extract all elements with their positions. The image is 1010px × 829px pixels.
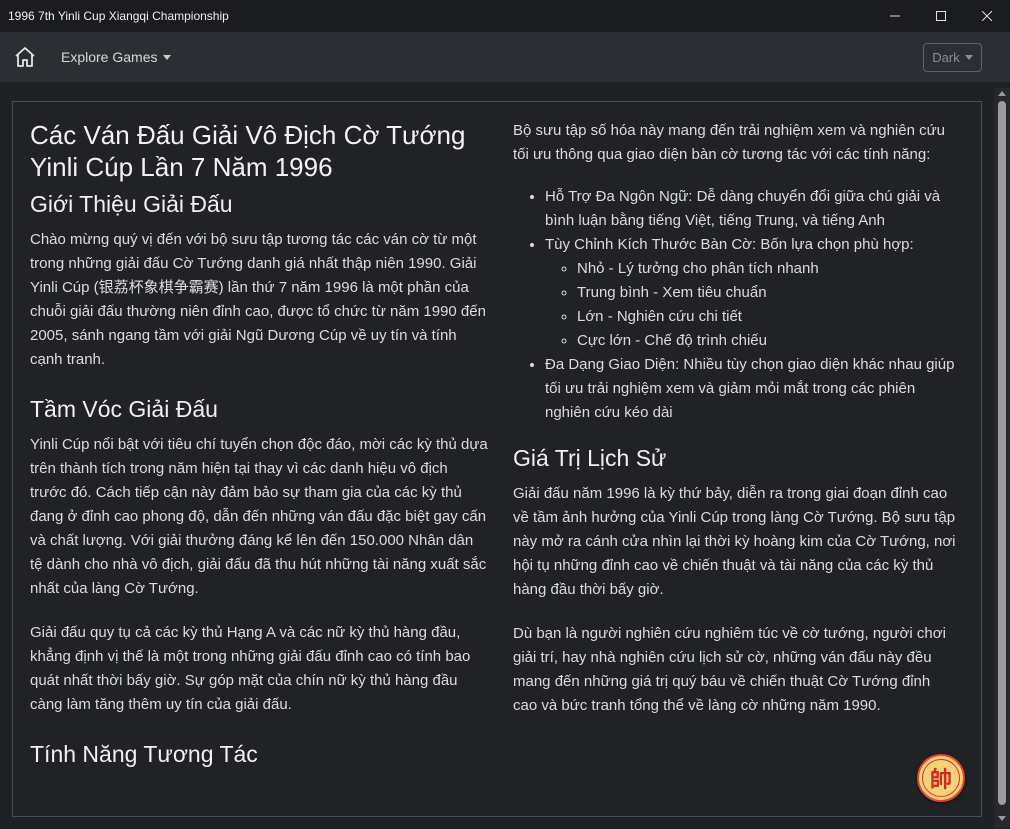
board-size-list: Nhỏ - Lý tưởng cho phân tích nhanh Trung… bbox=[545, 257, 958, 353]
scroll-up-arrow-icon[interactable] bbox=[998, 91, 1006, 96]
chevron-down-icon bbox=[163, 54, 172, 60]
scrollbar-thumb[interactable] bbox=[998, 101, 1006, 805]
xiangqi-general-icon: 帥 bbox=[922, 759, 960, 797]
home-button[interactable] bbox=[12, 44, 38, 70]
list-item: Nhỏ - Lý tưởng cho phân tích nhanh bbox=[577, 257, 958, 281]
intro-paragraph: Chào mừng quý vị đến với bộ sưu tập tươn… bbox=[30, 231, 486, 368]
features-list: Hỗ Trợ Đa Ngôn Ngữ: Dễ dàng chuyển đổi g… bbox=[513, 185, 958, 425]
right-column: Bộ sưu tập số hóa này mang đến trải nghi… bbox=[513, 119, 958, 718]
stature-paragraph-2: Giải đấu quy tụ cả các kỳ thủ Hạng A và … bbox=[30, 624, 471, 713]
xiangqi-piece-button[interactable]: 帥 bbox=[917, 754, 965, 802]
intro-heading: Giới Thiệu Giải Đấu bbox=[30, 191, 233, 217]
close-button[interactable] bbox=[964, 0, 1010, 32]
history-heading: Giá Trị Lịch Sử bbox=[513, 445, 667, 471]
window-titlebar: 1996 7th Yinli Cup Xiangqi Championship bbox=[0, 0, 1010, 32]
stature-paragraph-1: Yinli Cúp nổi bật với tiêu chí tuyển chọ… bbox=[30, 436, 488, 597]
scroll-down-arrow-icon[interactable] bbox=[998, 816, 1006, 821]
history-paragraph-1: Giải đấu năm 1996 là kỳ thứ bảy, diễn ra… bbox=[513, 485, 956, 598]
list-item: Đa Dạng Giao Diện: Nhiều tùy chọn giao d… bbox=[545, 353, 958, 425]
maximize-button[interactable] bbox=[918, 0, 964, 32]
features-intro: Bộ sưu tập số hóa này mang đến trải nghi… bbox=[513, 122, 946, 163]
app-navbar: Explore Games Dark bbox=[0, 32, 1010, 82]
explore-games-label: Explore Games bbox=[61, 49, 158, 65]
home-icon bbox=[15, 47, 35, 67]
list-item: Hỗ Trợ Đa Ngôn Ngữ: Dễ dàng chuyển đổi g… bbox=[545, 185, 958, 233]
list-item: Tùy Chỉnh Kích Thước Bàn Cờ: Bốn lựa chọ… bbox=[545, 233, 958, 353]
chevron-down-icon bbox=[964, 55, 973, 60]
stature-heading: Tầm Vóc Giải Đấu bbox=[30, 396, 218, 422]
minimize-icon bbox=[890, 15, 900, 17]
history-paragraph-2: Dù bạn là người nghiên cứu nghiêm túc về… bbox=[513, 625, 946, 714]
close-icon bbox=[982, 11, 992, 21]
explore-games-dropdown[interactable]: Explore Games bbox=[61, 49, 172, 65]
content-panel: Các Ván Đấu Giải Vô Địch Cờ Tướng Yinli … bbox=[12, 101, 982, 817]
list-item: Cực lớn - Chế độ trình chiếu bbox=[577, 329, 958, 353]
list-item: Trung bình - Xem tiêu chuẩn bbox=[577, 281, 958, 305]
theme-dropdown[interactable]: Dark bbox=[923, 43, 982, 72]
features-heading: Tính Năng Tương Tác bbox=[30, 741, 258, 767]
left-column: Các Ván Đấu Giải Vô Địch Cờ Tướng Yinli … bbox=[30, 119, 488, 778]
minimize-button[interactable] bbox=[872, 0, 918, 32]
list-item: Lớn - Nghiên cứu chi tiết bbox=[577, 305, 958, 329]
window-title: 1996 7th Yinli Cup Xiangqi Championship bbox=[8, 9, 229, 23]
maximize-icon bbox=[936, 11, 946, 21]
theme-label: Dark bbox=[932, 50, 960, 65]
page-title: Các Ván Đấu Giải Vô Địch Cờ Tướng Yinli … bbox=[30, 120, 466, 182]
